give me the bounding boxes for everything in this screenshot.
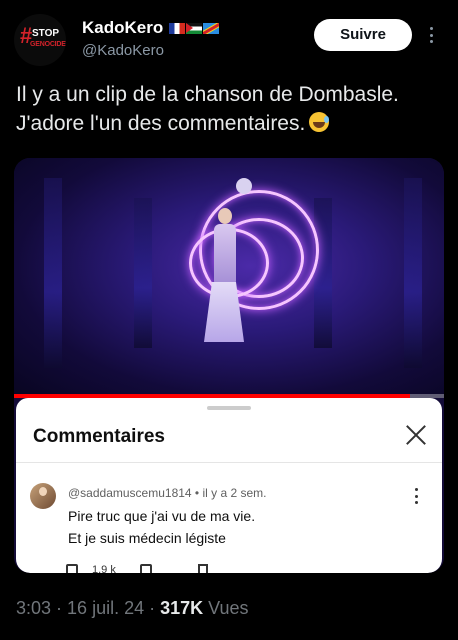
flag-congo-icon bbox=[203, 22, 220, 34]
tweet-text: Il y a un clip de la chanson de Dombasle… bbox=[16, 80, 446, 138]
avatar-text-top: STOP bbox=[32, 28, 60, 39]
performer bbox=[204, 202, 244, 342]
tweet-line-2-wrap: J'adore l'un des commentaires. bbox=[16, 109, 446, 138]
flag-france-icon bbox=[169, 22, 186, 34]
display-name[interactable]: KadoKero bbox=[82, 18, 163, 38]
flags bbox=[169, 22, 220, 34]
like-icon[interactable] bbox=[66, 564, 78, 573]
stage-pillar bbox=[314, 198, 332, 348]
like-count: 1,9 k bbox=[92, 564, 116, 573]
comment-meta: @saddamuscemu1814 • il y a 2 sem. bbox=[68, 486, 267, 500]
tweet-footer: 3:03 · 16 juil. 24 · 317K Vues bbox=[16, 598, 249, 618]
views-count: 317K bbox=[160, 598, 204, 618]
stage-pillar bbox=[134, 198, 152, 348]
tweet-date[interactable]: 16 juil. 24 bbox=[67, 598, 144, 618]
stage-pillar bbox=[404, 178, 422, 368]
avatar-text-bottom: GENOCIDE bbox=[30, 41, 66, 48]
divider bbox=[16, 462, 442, 463]
comments-sheet: Commentaires @saddamuscemu1814 • il y a … bbox=[16, 398, 442, 573]
tweet-line-1: Il y a un clip de la chanson de Dombasle… bbox=[16, 83, 399, 106]
user-handle[interactable]: @KadoKero bbox=[82, 42, 164, 59]
video-frame[interactable] bbox=[14, 158, 444, 398]
comment-text-line-1: Pire truc que j'ai vu de ma vie. bbox=[68, 508, 256, 524]
sheet-drag-handle[interactable] bbox=[207, 406, 251, 410]
profile-avatar[interactable]: # STOP GENOCIDE bbox=[14, 14, 66, 66]
save-icon[interactable] bbox=[197, 564, 208, 573]
laughing-emoji-icon bbox=[309, 112, 330, 132]
comments-title: Commentaires bbox=[33, 426, 165, 447]
comment-actions: 1,9 k bbox=[66, 564, 208, 573]
tweet-line-2: J'adore l'un des commentaires. bbox=[16, 112, 306, 135]
comment-text-line-2: Et je suis médecin légiste bbox=[68, 530, 226, 546]
name-row: KadoKero bbox=[82, 18, 220, 38]
views-label: Vues bbox=[208, 598, 249, 618]
more-options-icon[interactable] bbox=[425, 24, 437, 46]
reply-icon[interactable] bbox=[139, 564, 152, 573]
tweet-time[interactable]: 3:03 bbox=[16, 598, 51, 618]
follow-button[interactable]: Suivre bbox=[314, 19, 412, 51]
tweet-media[interactable]: Commentaires @saddamuscemu1814 • il y a … bbox=[14, 158, 444, 573]
microphone bbox=[236, 178, 252, 194]
stage-pillar bbox=[44, 178, 62, 368]
more-vertical-icon[interactable] bbox=[415, 488, 419, 504]
close-icon[interactable] bbox=[405, 424, 427, 446]
commenter-avatar[interactable] bbox=[30, 483, 56, 509]
flag-palestine-icon bbox=[186, 22, 203, 34]
tweet-header: # STOP GENOCIDE KadoKero @KadoKero Suivr… bbox=[0, 0, 458, 70]
